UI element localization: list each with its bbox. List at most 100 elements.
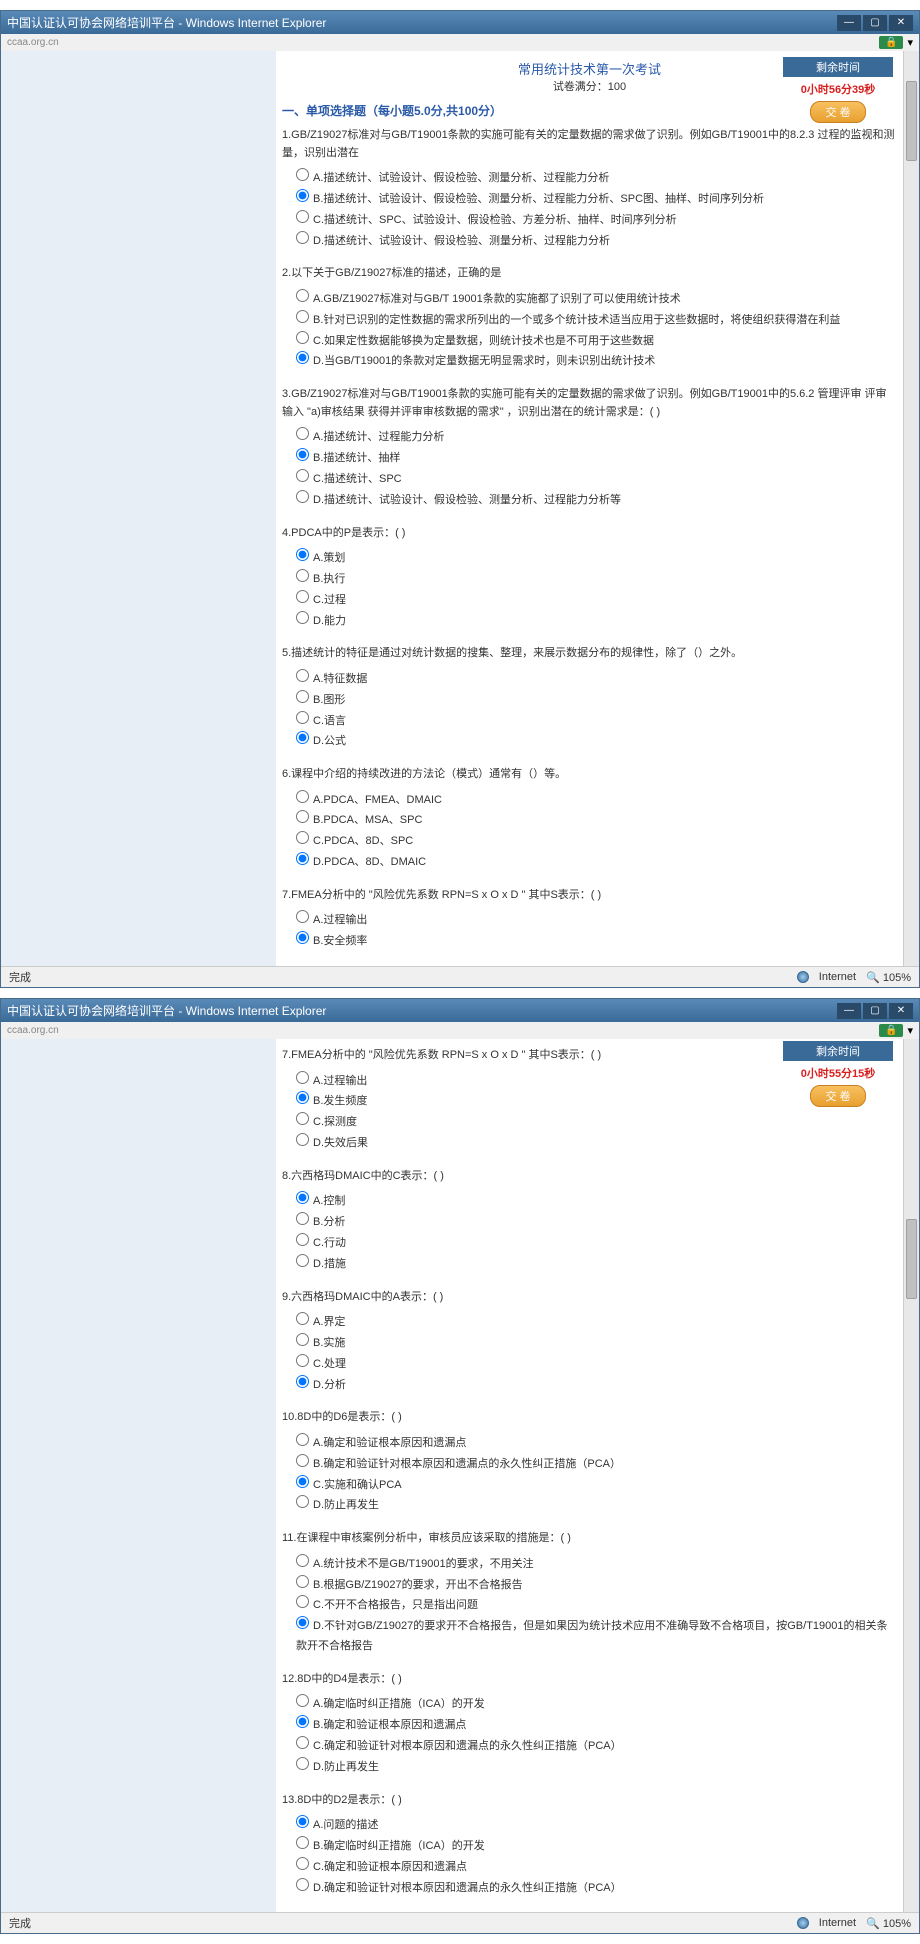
minimize-button[interactable]: — xyxy=(837,1003,861,1019)
option-b[interactable]: B.图形 xyxy=(296,690,897,711)
timer-value: 0小时55分15秒 xyxy=(783,1061,893,1085)
zone-text: Internet xyxy=(819,971,856,983)
question-text: 3.GB/Z19027标准对与GB/T19001条款的实施可能有关的定量数据的需… xyxy=(282,386,897,421)
option-a[interactable]: A.确定临时纠正措施（ICA）的开发 xyxy=(296,1694,897,1715)
option-a[interactable]: A.问题的描述 xyxy=(296,1815,897,1836)
option-a[interactable]: A.过程输出 xyxy=(296,910,897,931)
option-a[interactable]: A.策划 xyxy=(296,548,897,569)
titlebar: 中国认证认可协会网络培训平台 - Windows Internet Explor… xyxy=(1,11,919,34)
option-a[interactable]: A.描述统计、过程能力分析 xyxy=(296,427,897,448)
option-a[interactable]: A.描述统计、试验设计、假设检验、测量分析、过程能力分析 xyxy=(296,168,897,189)
option-c[interactable]: C.过程 xyxy=(296,590,897,611)
content-area: 剩余时间 0小时56分39秒 交 卷 常用统计技术第一次考试 试卷满分：100 … xyxy=(1,51,919,966)
option-d[interactable]: D.PDCA、8D、DMAIC xyxy=(296,852,897,873)
url-text: ccaa.org.cn xyxy=(7,1025,59,1036)
zone-text: Internet xyxy=(819,1917,856,1929)
option-c[interactable]: C.不开不合格报告，只是指出问题 xyxy=(296,1595,897,1616)
option-d[interactable]: D.描述统计、试验设计、假设检验、测量分析、过程能力分析等 xyxy=(296,490,897,511)
titlebar: 中国认证认可协会网络培训平台 - Windows Internet Explor… xyxy=(1,999,919,1022)
question-8: 8.六西格玛DMAIC中的C表示：( ) A.控制 B.分析 C.行动 D.措施 xyxy=(282,1164,897,1285)
security-badge[interactable]: 🔒 xyxy=(879,1024,903,1037)
url-text: ccaa.org.cn xyxy=(7,37,59,48)
option-d[interactable]: D.措施 xyxy=(296,1254,897,1275)
option-c[interactable]: C.描述统计、SPC、试验设计、假设检验、方差分析、抽样、时间序列分析 xyxy=(296,210,897,231)
option-b[interactable]: B.根据GB/Z19027的要求，开出不合格报告 xyxy=(296,1575,897,1596)
page-menu-icon[interactable]: ▾ xyxy=(907,36,913,49)
maximize-button[interactable]: ▢ xyxy=(863,15,887,31)
question-1: 1.GB/Z19027标准对与GB/T19001条款的实施可能有关的定量数据的需… xyxy=(282,123,897,261)
option-d[interactable]: D.不针对GB/Z19027的要求开不合格报告，但是如果因为统计技术应用不准确导… xyxy=(296,1616,897,1657)
option-c[interactable]: C.PDCA、8D、SPC xyxy=(296,831,897,852)
option-b[interactable]: B.PDCA、MSA、SPC xyxy=(296,810,897,831)
option-a[interactable]: A.PDCA、FMEA、DMAIC xyxy=(296,790,897,811)
option-b[interactable]: B.安全频率 xyxy=(296,931,897,952)
option-d[interactable]: D.分析 xyxy=(296,1375,897,1396)
globe-icon xyxy=(797,1917,809,1929)
option-a[interactable]: A.GB/Z19027标准对与GB/T 19001条款的实施都了识别了可以使用统… xyxy=(296,289,897,310)
address-bar: ccaa.org.cn 🔒 ▾ xyxy=(1,1022,919,1039)
option-b[interactable]: B.确定和验证根本原因和遗漏点 xyxy=(296,1715,897,1736)
submit-button[interactable]: 交 卷 xyxy=(810,1085,865,1107)
option-b[interactable]: B.确定临时纠正措施（ICA）的开发 xyxy=(296,1836,897,1857)
question-10: 10.8D中的D6是表示：( ) A.确定和验证根本原因和遗漏点 B.确定和验证… xyxy=(282,1405,897,1526)
option-b[interactable]: B.确定和验证针对根本原因和遗漏点的永久性纠正措施（PCA） xyxy=(296,1454,897,1475)
question-text: 2.以下关于GB/Z19027标准的描述，正确的是 xyxy=(282,265,897,283)
option-a[interactable]: A.确定和验证根本原因和遗漏点 xyxy=(296,1433,897,1454)
content-area: 剩余时间 0小时55分15秒 交 卷 7.FMEA分析中的 "风险优先系数 RP… xyxy=(1,1039,919,1912)
option-c[interactable]: C.描述统计、SPC xyxy=(296,469,897,490)
option-c[interactable]: C.实施和确认PCA xyxy=(296,1475,897,1496)
option-a[interactable]: A.特征数据 xyxy=(296,669,897,690)
question-text: 11.在课程中审核案例分析中，审核员应该采取的措施是：( ) xyxy=(282,1530,897,1548)
option-d[interactable]: D.防止再发生 xyxy=(296,1757,897,1778)
close-button[interactable]: ✕ xyxy=(889,15,913,31)
question-text: 9.六西格玛DMAIC中的A表示：( ) xyxy=(282,1289,897,1307)
option-c[interactable]: C.如果定性数据能够换为定量数据，则统计技术也是不可用于这些数据 xyxy=(296,331,897,352)
option-a[interactable]: A.统计技术不是GB/T19001的要求，不用关注 xyxy=(296,1554,897,1575)
option-a[interactable]: A.控制 xyxy=(296,1191,897,1212)
option-d[interactable]: D.能力 xyxy=(296,611,897,632)
option-d[interactable]: D.确定和验证针对根本原因和遗漏点的永久性纠正措施（PCA） xyxy=(296,1878,897,1899)
zoom-text[interactable]: 🔍 105% xyxy=(866,971,911,984)
question-text: 8.六西格玛DMAIC中的C表示：( ) xyxy=(282,1168,897,1186)
timer-label: 剩余时间 xyxy=(783,57,893,77)
option-b[interactable]: B.描述统计、抽样 xyxy=(296,448,897,469)
submit-button[interactable]: 交 卷 xyxy=(810,101,865,123)
page-menu-icon[interactable]: ▾ xyxy=(907,1024,913,1037)
question-text: 4.PDCA中的P是表示：( ) xyxy=(282,525,897,543)
option-b[interactable]: B.描述统计、试验设计、假设检验、测量分析、过程能力分析、SPC图、抽样、时间序… xyxy=(296,189,897,210)
option-d[interactable]: D.描述统计、试验设计、假设检验、测量分析、过程能力分析 xyxy=(296,231,897,252)
option-c[interactable]: C.语言 xyxy=(296,711,897,732)
option-b[interactable]: B.分析 xyxy=(296,1212,897,1233)
main-content: 剩余时间 0小时56分39秒 交 卷 常用统计技术第一次考试 试卷满分：100 … xyxy=(276,51,903,966)
close-button[interactable]: ✕ xyxy=(889,1003,913,1019)
browser-window-1: 中国认证认可协会网络培训平台 - Windows Internet Explor… xyxy=(0,10,920,988)
option-d[interactable]: D.当GB/T19001的条款对定量数据无明显需求时，则未识别出统计技术 xyxy=(296,351,897,372)
vertical-scrollbar[interactable] xyxy=(903,51,919,966)
window-title: 中国认证认可协会网络培训平台 - Windows Internet Explor… xyxy=(7,1002,326,1019)
question-6: 6.课程中介绍的持续改进的方法论（模式）通常有（）等。 A.PDCA、FMEA、… xyxy=(282,762,897,883)
option-d[interactable]: D.防止再发生 xyxy=(296,1495,897,1516)
question-11: 11.在课程中审核案例分析中，审核员应该采取的措施是：( ) A.统计技术不是G… xyxy=(282,1526,897,1667)
status-bar: 完成 Internet 🔍 105% xyxy=(1,966,919,987)
question-12: 12.8D中的D4是表示：( ) A.确定临时纠正措施（ICA）的开发 B.确定… xyxy=(282,1667,897,1788)
option-a[interactable]: A.界定 xyxy=(296,1312,897,1333)
zoom-text[interactable]: 🔍 105% xyxy=(866,1917,911,1930)
option-c[interactable]: C.探测度 xyxy=(296,1112,897,1133)
option-d[interactable]: D.公式 xyxy=(296,731,897,752)
vertical-scrollbar[interactable] xyxy=(903,1039,919,1912)
option-c[interactable]: C.确定和验证针对根本原因和遗漏点的永久性纠正措施（PCA） xyxy=(296,1736,897,1757)
option-c[interactable]: C.处理 xyxy=(296,1354,897,1375)
security-badge[interactable]: 🔒 xyxy=(879,36,903,49)
question-text: 5.描述统计的特征是通过对统计数据的搜集、整理，来展示数据分布的规律性，除了（）… xyxy=(282,645,897,663)
option-b[interactable]: B.实施 xyxy=(296,1333,897,1354)
option-c[interactable]: C.确定和验证根本原因和遗漏点 xyxy=(296,1857,897,1878)
browser-window-2: 中国认证认可协会网络培训平台 - Windows Internet Explor… xyxy=(0,998,920,1934)
option-c[interactable]: C.行动 xyxy=(296,1233,897,1254)
left-margin xyxy=(1,51,276,966)
option-d[interactable]: D.失效后果 xyxy=(296,1133,897,1154)
left-margin xyxy=(1,1039,276,1912)
option-b[interactable]: B.执行 xyxy=(296,569,897,590)
maximize-button[interactable]: ▢ xyxy=(863,1003,887,1019)
minimize-button[interactable]: — xyxy=(837,15,861,31)
option-b[interactable]: B.针对已识别的定性数据的需求所列出的一个或多个统计技术适当应用于这些数据时，将… xyxy=(296,310,897,331)
